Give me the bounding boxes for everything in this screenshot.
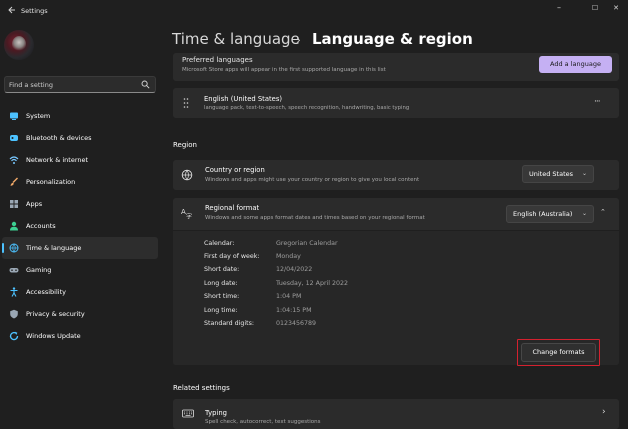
gamepad-icon	[9, 265, 19, 275]
format-value: 0123456789	[276, 320, 317, 327]
breadcrumb-chevron-icon: ›	[296, 33, 301, 47]
sidebar-item-label: Privacy & security	[26, 310, 85, 318]
regional-format-subtitle: Windows and some apps format dates and t…	[205, 215, 425, 221]
language-entry-card[interactable]: English (United States) language pack, t…	[173, 88, 619, 118]
language-name: English (United States)	[204, 95, 283, 103]
sidebar-item-apps[interactable]: Apps	[2, 193, 158, 215]
bluetooth-icon	[9, 133, 19, 143]
format-label: Calendar:	[204, 240, 235, 247]
country-region-title: Country or region	[205, 166, 265, 174]
regional-format-header[interactable]: A字 Regional format Windows and some apps…	[173, 198, 619, 230]
change-formats-button[interactable]: Change formats	[521, 343, 596, 362]
shield-icon	[9, 309, 19, 319]
sidebar-item-bluetooth[interactable]: Bluetooth & devices	[2, 127, 158, 149]
preferred-languages-title: Preferred languages	[182, 56, 253, 64]
format-value: 1:04 PM	[276, 293, 302, 300]
app-title: Settings	[21, 7, 48, 15]
format-label: Short date:	[204, 266, 240, 273]
format-label: Long date:	[204, 280, 238, 287]
sidebar-item-gaming[interactable]: Gaming	[2, 259, 158, 281]
system-icon	[9, 111, 19, 121]
svg-text:字: 字	[186, 213, 192, 220]
format-label: First day of week:	[204, 253, 260, 260]
accounts-icon	[9, 221, 19, 231]
globe-icon	[181, 169, 193, 181]
sidebar-item-personalization[interactable]: Personalization	[2, 171, 158, 193]
sidebar-item-windows-update[interactable]: Windows Update	[2, 325, 158, 347]
brush-icon	[9, 177, 19, 187]
wifi-icon	[9, 155, 19, 165]
country-region-subtitle: Windows and apps might use your country …	[205, 177, 420, 183]
sidebar-item-time-language[interactable]: Time & language	[2, 237, 158, 259]
apps-icon	[9, 199, 19, 209]
typing-title: Typing	[205, 409, 227, 417]
keyboard-icon	[182, 409, 194, 421]
accessibility-icon	[9, 287, 19, 297]
drag-handle-icon[interactable]	[183, 97, 189, 109]
regional-format-icon: A字	[181, 207, 193, 221]
chevron-up-icon[interactable]: ⌃	[600, 208, 606, 216]
preferred-languages-subtitle: Microsoft Store apps will appear in the …	[182, 67, 386, 73]
sidebar-item-network[interactable]: Network & internet	[2, 149, 158, 171]
format-value: Tuesday, 12 April 2022	[276, 280, 349, 287]
sidebar-item-accessibility[interactable]: Accessibility	[2, 281, 158, 303]
format-value: Gregorian Calendar	[276, 240, 338, 247]
format-value: 12/04/2022	[276, 266, 313, 273]
more-options-icon[interactable]: ···	[594, 97, 601, 107]
sidebar-item-label: Bluetooth & devices	[26, 134, 92, 142]
regional-format-title: Regional format	[205, 204, 260, 212]
country-region-card: Country or region Windows and apps might…	[173, 160, 619, 190]
avatar[interactable]	[4, 30, 34, 60]
format-value: 1:04:15 PM	[276, 307, 312, 314]
related-settings-heading: Related settings	[173, 384, 230, 392]
country-dropdown-value: United States	[529, 170, 574, 178]
format-label: Standard digits:	[204, 320, 255, 327]
chevron-right-icon: ›	[602, 407, 606, 417]
preferred-languages-card: Preferred languages Microsoft Store apps…	[173, 53, 619, 81]
typing-subtitle: Spell check, autocorrect, text suggestio…	[205, 419, 321, 425]
add-language-button[interactable]: Add a language	[539, 56, 612, 73]
format-label: Short time:	[204, 293, 240, 300]
sidebar-item-label: Personalization	[26, 178, 76, 186]
regional-format-dropdown[interactable]: English (Australia) ⌄	[506, 205, 594, 223]
sidebar-item-label: Accessibility	[26, 288, 66, 296]
search-box[interactable]	[4, 76, 156, 93]
chevron-down-icon: ⌄	[581, 210, 587, 217]
sidebar-item-privacy[interactable]: Privacy & security	[2, 303, 158, 325]
sidebar-item-label: Time & language	[26, 244, 82, 252]
globe-clock-icon	[9, 243, 19, 253]
breadcrumb-parent[interactable]: Time & language	[172, 30, 300, 48]
search-input[interactable]	[9, 80, 139, 90]
page-title: Language & region	[312, 30, 473, 48]
language-features: language pack, text-to-speech, speech re…	[204, 105, 410, 111]
sidebar-item-accounts[interactable]: Accounts	[2, 215, 158, 237]
chevron-down-icon: ⌄	[581, 170, 587, 177]
sidebar-item-label: Accounts	[26, 222, 56, 230]
format-value: Monday	[276, 253, 301, 260]
search-icon[interactable]	[141, 80, 150, 89]
sidebar-item-label: System	[26, 112, 51, 120]
sidebar-nav: System Bluetooth & devices Network & int…	[0, 105, 160, 347]
update-icon	[9, 331, 19, 341]
sidebar-item-label: Windows Update	[26, 332, 81, 340]
sidebar-item-system[interactable]: System	[2, 105, 158, 127]
sidebar-item-label: Apps	[26, 200, 43, 208]
typing-card[interactable]: Typing Spell check, autocorrect, text su…	[173, 399, 619, 429]
region-heading: Region	[173, 141, 197, 149]
close-button[interactable]: ✕	[604, 2, 628, 14]
sidebar-item-label: Gaming	[26, 266, 52, 274]
regional-format-dropdown-value: English (Australia)	[513, 210, 573, 218]
minimize-button[interactable]: –	[547, 2, 571, 14]
back-arrow-icon[interactable]	[7, 4, 17, 16]
country-dropdown[interactable]: United States ⌄	[522, 165, 594, 183]
sidebar-item-label: Network & internet	[26, 156, 89, 164]
format-label: Long time:	[204, 307, 238, 314]
title-bar: Settings – ☐ ✕	[0, 0, 628, 22]
